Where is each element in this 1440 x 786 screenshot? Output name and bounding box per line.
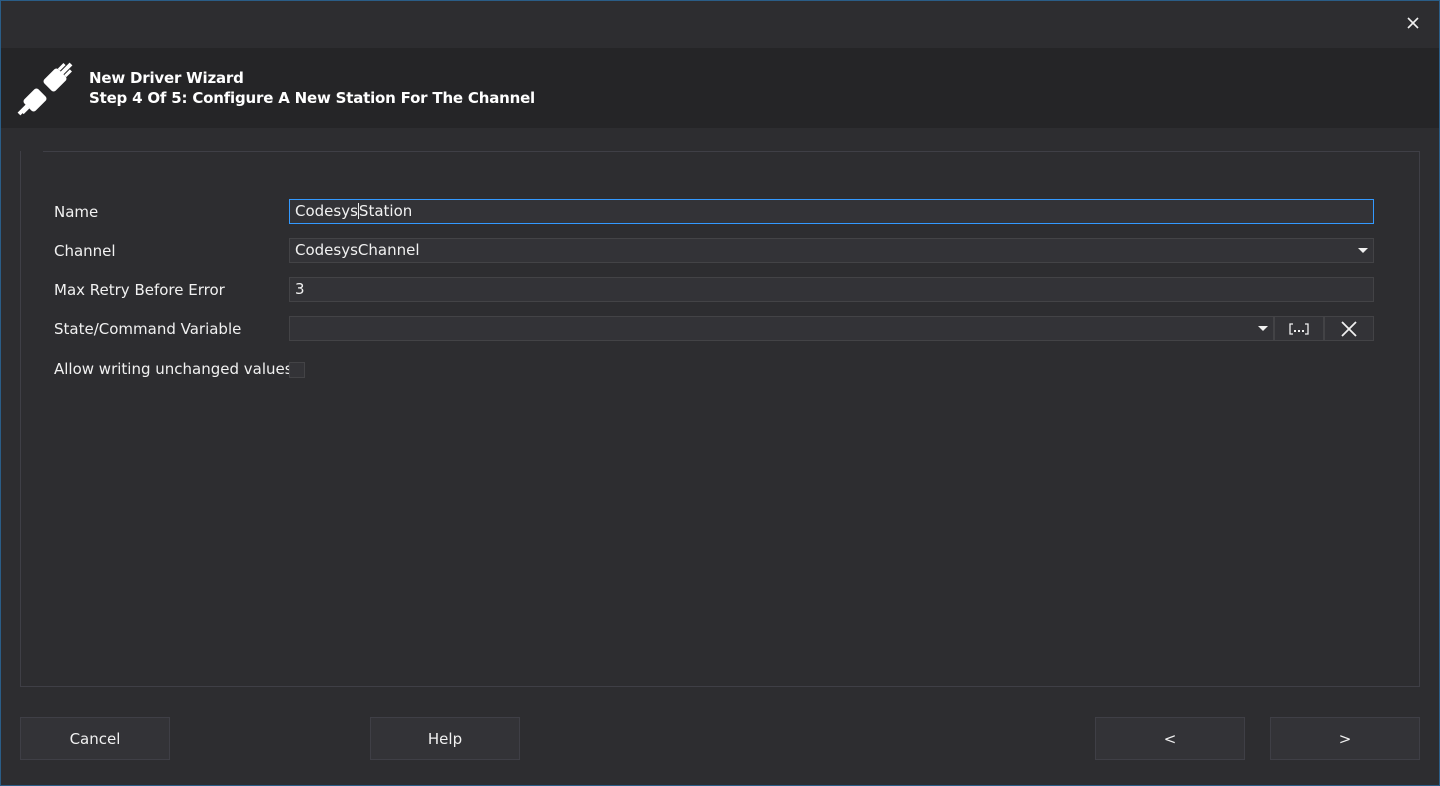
station-settings-group: Name CodesysStation Channel CodesysChann… [20, 151, 1420, 687]
browse-variable-button[interactable] [1274, 316, 1324, 341]
max-retry-label: Max Retry Before Error [54, 281, 225, 299]
wizard-step-subtitle: Step 4 Of 5: Configure A New Station For… [89, 89, 535, 107]
title-bar [1, 1, 1439, 46]
channel-select[interactable]: CodesysChannel [289, 238, 1374, 263]
clear-variable-button[interactable] [1324, 316, 1374, 341]
cancel-button[interactable]: Cancel [20, 717, 170, 760]
chevron-down-icon [1358, 248, 1368, 253]
wizard-footer: Cancel Help < > [1, 698, 1439, 785]
back-button[interactable]: < [1095, 717, 1245, 760]
wizard-title: New Driver Wizard [89, 69, 244, 87]
wizard-window: New Driver Wizard Step 4 Of 5: Configure… [0, 0, 1440, 786]
name-input[interactable]: CodesysStation [289, 199, 1374, 224]
name-value-end: Station [358, 202, 413, 220]
name-label: Name [54, 203, 99, 221]
state-command-label: State/Command Variable [54, 320, 242, 338]
help-button[interactable]: Help [370, 717, 520, 760]
plug-icon [17, 62, 73, 116]
allow-writing-label: Allow writing unchanged values [54, 360, 293, 378]
channel-value: CodesysChannel [295, 241, 420, 259]
name-value-start: Codesys [295, 202, 358, 220]
chevron-down-icon [1258, 326, 1268, 331]
allow-writing-checkbox[interactable] [289, 362, 305, 378]
wizard-header: New Driver Wizard Step 4 Of 5: Configure… [1, 48, 1439, 128]
clear-icon [1341, 320, 1357, 337]
max-retry-input[interactable]: 3 [289, 277, 1374, 302]
next-button[interactable]: > [1270, 717, 1420, 760]
state-command-select[interactable] [289, 316, 1274, 341]
max-retry-value: 3 [295, 280, 305, 298]
browse-icon [1289, 322, 1309, 335]
channel-label: Channel [54, 242, 116, 260]
close-icon [1407, 17, 1419, 29]
close-button[interactable] [1401, 11, 1425, 35]
